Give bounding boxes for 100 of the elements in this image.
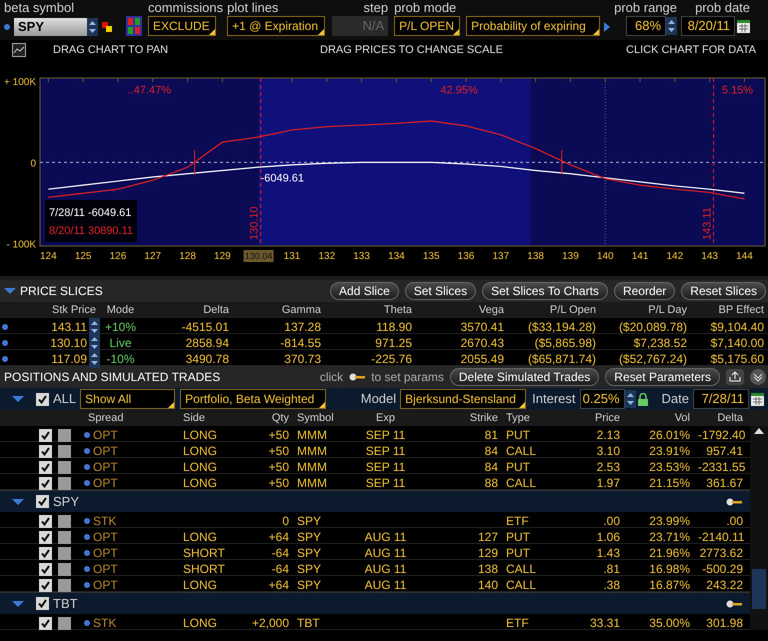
- collapse-icon[interactable]: [750, 369, 766, 385]
- column-header[interactable]: Exp: [347, 410, 424, 426]
- expand-caret-icon[interactable]: [12, 600, 24, 606]
- toggle-square[interactable]: [58, 530, 70, 544]
- column-header[interactable]: Theta: [325, 302, 416, 318]
- column-header[interactable]: Delta: [694, 410, 747, 426]
- checkbox[interactable]: [39, 562, 52, 576]
- grid-colors-icon[interactable]: [126, 16, 142, 36]
- toggle-square[interactable]: [58, 546, 70, 560]
- table-cell-text: LONG: [182, 475, 218, 492]
- price-slice-line[interactable]: 130.10: [248, 78, 262, 246]
- column-header[interactable]: Price: [557, 410, 624, 426]
- column-header[interactable]: Symbol: [293, 410, 347, 426]
- lock-icon[interactable]: [638, 392, 648, 406]
- prob-mode-dropdown[interactable]: Probability of expiring: [466, 16, 600, 36]
- scroll-up-icon[interactable]: [754, 428, 764, 434]
- column-header[interactable]: Type: [502, 410, 557, 426]
- spinner-icon[interactable]: [624, 390, 636, 408]
- x-axis-label: 138: [527, 251, 544, 262]
- wrench-icon[interactable]: [726, 600, 742, 608]
- column-header[interactable]: P/L Day: [600, 302, 691, 318]
- group-title: SPY: [53, 492, 80, 511]
- table-cell-text: CALL: [505, 561, 538, 578]
- prob-range-field[interactable]: 68%: [626, 16, 666, 36]
- calendar-icon[interactable]: [751, 392, 764, 406]
- checkbox[interactable]: [39, 546, 52, 560]
- table-cell-text: 957.41: [705, 443, 744, 460]
- column-header[interactable]: BP Effect: [691, 302, 768, 318]
- table-cell-text: 0: [281, 513, 290, 530]
- expand-caret-icon[interactable]: [12, 396, 24, 402]
- toolbar-button[interactable]: Reset Parameters: [605, 368, 720, 386]
- table-cell-text: 130.10: [50, 335, 87, 352]
- checkbox[interactable]: [39, 578, 52, 592]
- spinner-icon[interactable]: [87, 18, 98, 36]
- checkbox[interactable]: [36, 392, 49, 406]
- checkbox[interactable]: [36, 495, 49, 508]
- expand-caret-icon[interactable]: [4, 288, 16, 294]
- scrollbar[interactable]: [750, 426, 768, 630]
- plot-lines-dropdown[interactable]: +1 @ Expiration: [227, 16, 326, 36]
- column-header[interactable]: Vega: [416, 302, 508, 318]
- toolbar-button[interactable]: Add Slice: [330, 282, 399, 300]
- column-header[interactable]: Vol: [639, 410, 694, 426]
- checkbox[interactable]: [39, 476, 52, 490]
- calendar-icon[interactable]: [737, 20, 750, 32]
- price-slice-line[interactable]: 143.11: [702, 78, 714, 246]
- toolbar-button[interactable]: Reset Slices: [681, 282, 766, 300]
- table-cell-text: 1.06: [596, 529, 621, 546]
- model-dropdown[interactable]: Bjerksund-Stensland: [400, 389, 526, 409]
- expand-caret-icon[interactable]: [12, 498, 24, 504]
- column-header[interactable]: Delta: [141, 302, 233, 318]
- spinner-icon[interactable]: [666, 17, 678, 35]
- table-cell-text: PUT: [505, 427, 531, 444]
- toggle-square[interactable]: [58, 460, 70, 474]
- column-header[interactable]: Spread: [84, 410, 179, 426]
- toolbar-button[interactable]: Delete Simulated Trades: [450, 368, 600, 386]
- column-header[interactable]: P/L Open: [508, 302, 600, 318]
- table-cell-text: LONG: [182, 577, 218, 594]
- symbol-field[interactable]: SPY: [14, 18, 98, 36]
- toggle-square[interactable]: [58, 476, 70, 490]
- column-header[interactable]: Qty: [232, 410, 293, 426]
- checkbox[interactable]: [39, 530, 52, 544]
- toggle-square[interactable]: [58, 444, 70, 458]
- column-header[interactable]: Side: [179, 410, 232, 426]
- x-axis-label: 140: [596, 251, 614, 262]
- toggle-square[interactable]: [58, 562, 70, 576]
- checkbox[interactable]: [39, 616, 52, 630]
- date-field[interactable]: 7/28/11: [693, 389, 749, 409]
- checkbox[interactable]: [39, 444, 52, 458]
- checkbox[interactable]: [36, 597, 49, 610]
- column-header[interactable]: Gamma: [233, 302, 325, 318]
- export-icon[interactable]: [726, 369, 744, 385]
- checkbox[interactable]: [39, 514, 52, 528]
- play-arrow-icon[interactable]: [604, 22, 610, 32]
- x-axis-label: 127: [144, 251, 162, 262]
- table-cell-text: 26.01%: [648, 427, 691, 444]
- view-dropdown[interactable]: Portfolio, Beta Weighted: [180, 389, 326, 409]
- toggle-square[interactable]: [58, 514, 70, 528]
- toolbar-button[interactable]: Reorder: [614, 282, 676, 300]
- checkbox[interactable]: [39, 428, 52, 442]
- scrollbar-thumb[interactable]: [752, 569, 766, 609]
- toggle-square[interactable]: [58, 616, 70, 630]
- interest-field[interactable]: 0.25%: [580, 389, 625, 409]
- commissions-dropdown[interactable]: EXCLUDE: [148, 16, 216, 36]
- toggle-square[interactable]: [58, 428, 70, 442]
- column-header[interactable]: Mode: [100, 302, 141, 318]
- table-cell-text: PUT: [505, 545, 531, 562]
- toolbar-button[interactable]: Set Slices To Charts: [482, 282, 608, 300]
- prob-mode-dropdown[interactable]: P/L OPEN: [394, 16, 460, 36]
- column-header[interactable]: Stk Price: [9, 302, 100, 318]
- checkbox[interactable]: [39, 460, 52, 474]
- column-header[interactable]: Strike: [424, 410, 502, 426]
- table-cell-text: SEP 11: [364, 427, 406, 444]
- toggle-square[interactable]: [58, 578, 70, 592]
- color-squares-icon[interactable]: [102, 22, 112, 32]
- prob-date-field[interactable]: 8/20/11: [681, 16, 736, 36]
- filter-dropdown[interactable]: Show All: [80, 389, 176, 409]
- wrench-icon[interactable]: [726, 498, 742, 506]
- toolbar-button[interactable]: Set Slices: [404, 282, 476, 300]
- chart-thumbnail-icon[interactable]: [12, 43, 26, 57]
- ref-line-label: 130.10: [248, 206, 261, 240]
